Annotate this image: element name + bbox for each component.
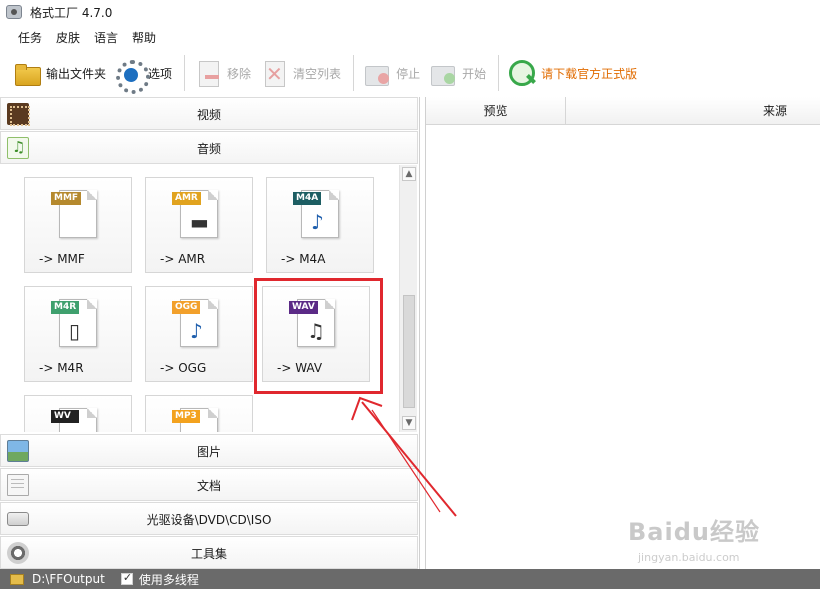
- toolbar-separator: [184, 55, 186, 91]
- options-button[interactable]: 选项: [114, 53, 173, 94]
- category-document-label: 文档: [196, 479, 221, 493]
- category-video-label: 视频: [196, 108, 221, 122]
- column-header-source[interactable]: 来源: [566, 97, 820, 125]
- format-tile-amr[interactable]: AMR ▬ -> AMR: [145, 177, 253, 273]
- scroll-up-icon[interactable]: ▲: [402, 167, 416, 181]
- remove-label: 移除: [227, 66, 252, 81]
- format-badge: OGG: [172, 301, 201, 314]
- format-label: -> AMR: [160, 252, 206, 266]
- toolbar: 输出文件夹 选项 移除 清空列表 停止 开始 请下载官方正式版: [0, 50, 820, 96]
- device-glyph: ▬: [190, 210, 209, 234]
- toolbar-separator: [353, 55, 355, 91]
- download-official-button[interactable]: 请下载官方正式版: [507, 53, 637, 93]
- format-tile-wv[interactable]: WV: [24, 395, 132, 432]
- format-label: -> M4A: [281, 252, 326, 266]
- music-note-glyph: ♪: [190, 319, 203, 343]
- menu-skin[interactable]: 皮肤: [56, 29, 80, 46]
- stop-label: 停止: [396, 66, 421, 81]
- menu-help[interactable]: 帮助: [132, 29, 156, 46]
- scroll-down-icon[interactable]: ▼: [402, 416, 416, 430]
- phone-glyph: ▯: [69, 319, 81, 343]
- category-tools[interactable]: 工具集: [0, 536, 418, 569]
- baidu-watermark: Baidu经验: [628, 518, 760, 546]
- format-tile-ogg[interactable]: OGG ♪ -> OGG: [145, 286, 253, 382]
- category-document[interactable]: 文档: [0, 468, 418, 501]
- multithread-label: 使用多线程: [138, 572, 199, 587]
- output-folder-label: 输出文件夹: [46, 66, 107, 81]
- format-label: -> OGG: [160, 361, 207, 375]
- format-badge: M4A: [293, 192, 322, 205]
- clear-list-icon: [259, 58, 289, 88]
- clear-list-button[interactable]: 清空列表: [259, 53, 341, 93]
- start-icon: [428, 58, 458, 88]
- format-tile-mmf[interactable]: MMF -> MMF: [24, 177, 132, 273]
- music-note-glyph: ♪: [311, 210, 324, 234]
- toolbar-separator: [498, 55, 500, 91]
- format-label: -> MMF: [39, 252, 85, 266]
- format-badge: M4R: [51, 301, 80, 314]
- scrollbar-thumb[interactable]: [403, 295, 415, 408]
- format-tile-m4a[interactable]: M4A ♪ -> M4A: [266, 177, 374, 273]
- format-label: -> M4R: [39, 361, 84, 375]
- annotation-highlight-box: [254, 278, 383, 394]
- output-path[interactable]: D:\FFOutput: [32, 572, 105, 586]
- folder-icon: [12, 58, 42, 88]
- category-image-label: 图片: [196, 445, 221, 459]
- window-title: 格式工厂 4.7.0: [30, 5, 113, 20]
- stop-button[interactable]: 停止: [362, 53, 420, 93]
- download-official-label: 请下载官方正式版: [541, 66, 638, 81]
- format-badge: MP3: [172, 410, 200, 423]
- download-search-icon: [507, 58, 537, 88]
- file-list-panel: 预览 来源: [425, 97, 820, 569]
- title-bar: 格式工厂 4.7.0: [0, 0, 820, 24]
- category-image[interactable]: 图片: [0, 434, 418, 467]
- category-tools-label: 工具集: [190, 547, 227, 561]
- remove-button[interactable]: 移除: [193, 53, 251, 93]
- category-optical-label: 光驱设备\DVD\CD\ISO: [146, 513, 272, 527]
- baidu-watermark-url: jingyan.baidu.com: [638, 551, 740, 564]
- category-audio-label: 音频: [196, 142, 221, 156]
- options-label: 选项: [148, 66, 173, 81]
- output-folder-button[interactable]: 输出文件夹: [12, 53, 106, 93]
- stop-icon: [362, 58, 392, 88]
- output-folder-icon[interactable]: [10, 573, 24, 585]
- column-header-preview[interactable]: 预览: [426, 97, 566, 125]
- menu-task[interactable]: 任务: [18, 29, 42, 46]
- category-audio[interactable]: 音频: [0, 131, 418, 164]
- status-bar: D:\FFOutput 使用多线程: [0, 569, 820, 589]
- format-tile-m4r[interactable]: M4R ▯ -> M4R: [24, 286, 132, 382]
- format-grid-scrollbar[interactable]: ▲ ▼: [399, 165, 417, 432]
- gear-icon: [114, 58, 151, 94]
- clear-list-label: 清空列表: [293, 66, 342, 81]
- start-button[interactable]: 开始: [428, 53, 486, 93]
- remove-file-icon: [193, 58, 223, 88]
- start-label: 开始: [462, 66, 487, 81]
- menu-language[interactable]: 语言: [94, 29, 118, 46]
- multithread-checkbox[interactable]: [120, 571, 133, 585]
- format-badge: MMF: [51, 192, 82, 205]
- category-video[interactable]: 视频: [0, 97, 418, 130]
- menu-bar: 任务 皮肤 语言 帮助: [0, 26, 164, 48]
- category-optical[interactable]: 光驱设备\DVD\CD\ISO: [0, 502, 418, 535]
- app-icon: [6, 5, 22, 19]
- format-badge: AMR: [172, 192, 201, 205]
- format-badge: WV: [51, 410, 79, 423]
- format-tile-mp3[interactable]: MP3: [145, 395, 253, 432]
